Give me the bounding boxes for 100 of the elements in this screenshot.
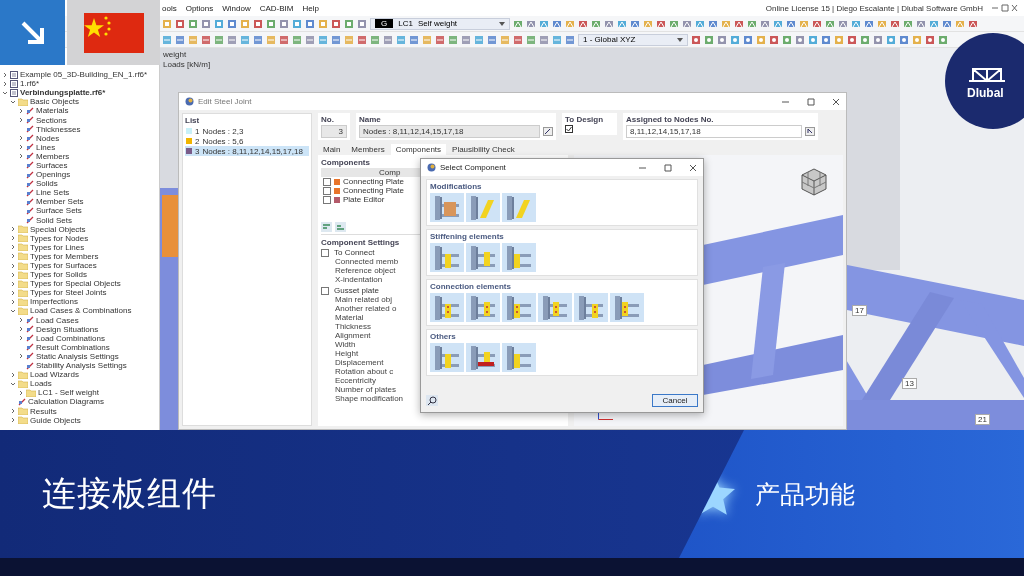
number-field[interactable]: 3 (321, 125, 347, 138)
toolbar-icon[interactable] (708, 18, 718, 29)
tree-item[interactable]: Example 05_3D-Building_EN_1.rf6* (20, 70, 148, 80)
toolbar-icon[interactable] (782, 34, 792, 45)
toolbar-icon[interactable] (539, 18, 549, 29)
toolbar-icon[interactable] (925, 34, 935, 45)
tree-item[interactable]: Types for Lines (30, 242, 85, 252)
menu-item[interactable]: Options (185, 3, 214, 13)
tree-item[interactable]: Loads (30, 379, 52, 389)
toolbar-icon[interactable] (175, 18, 185, 29)
toolbar-icon[interactable] (565, 18, 575, 29)
component-button[interactable] (538, 293, 572, 322)
tree-item[interactable]: Line Sets (36, 188, 70, 198)
toolbar-icon[interactable] (578, 18, 588, 29)
toolbar-icon[interactable] (266, 34, 276, 45)
toolbar-icon[interactable] (305, 18, 315, 29)
tree-item[interactable]: Basic Objects (30, 97, 79, 107)
tree-item[interactable]: Types for Solids (30, 270, 87, 280)
chevron-icon[interactable] (10, 226, 16, 233)
tree-item[interactable]: Types for Special Objects (30, 279, 121, 289)
tree-item[interactable]: Load Cases & Combinations (30, 306, 132, 316)
toolbar-icon[interactable] (357, 18, 367, 29)
toolbar-icon[interactable] (331, 18, 341, 29)
chevron-icon[interactable] (10, 380, 16, 387)
toolbar-icon[interactable] (747, 18, 757, 29)
chevron-icon[interactable] (2, 80, 8, 87)
toolbar-icon[interactable] (201, 18, 211, 29)
tree-item[interactable]: Stability Analysis Settings (36, 361, 127, 371)
toolbar-icon[interactable] (526, 18, 536, 29)
tree-item[interactable]: Thicknesses (36, 124, 81, 134)
toolbar-icon[interactable] (253, 34, 263, 45)
chevron-icon[interactable] (10, 271, 16, 278)
toolbar-icon[interactable] (500, 34, 510, 45)
name-field[interactable]: Nodes : 8,11,12,14,15,17,18 (359, 125, 540, 138)
load-case-dropdown[interactable]: G LC1 Self weight (370, 17, 510, 30)
toolbar-icon[interactable] (877, 18, 887, 29)
coordinate-system-dropdown[interactable]: 1 - Global XYZ (578, 33, 688, 46)
chevron-icon[interactable] (18, 135, 24, 142)
toolbar-icon[interactable] (808, 34, 818, 45)
component-button[interactable] (466, 293, 500, 322)
toolbar-icon[interactable] (344, 18, 354, 29)
toolbar-icon[interactable] (162, 18, 172, 29)
toolbar-icon[interactable] (717, 34, 727, 45)
toolbar-icon[interactable] (760, 18, 770, 29)
toolbar-icon[interactable] (591, 18, 601, 29)
chevron-icon[interactable] (10, 289, 16, 296)
toolbar-icon[interactable] (227, 34, 237, 45)
list-item[interactable]: 1 Nodes : 2,3 (185, 126, 309, 136)
toolbar-icon[interactable] (938, 34, 948, 45)
toolbar-icon[interactable] (795, 34, 805, 45)
tab[interactable]: Plausibility Check (447, 144, 520, 155)
toolbar-icon[interactable] (188, 18, 198, 29)
toolbar-icon[interactable] (886, 34, 896, 45)
toolbar-icon[interactable] (279, 34, 289, 45)
chevron-icon[interactable] (18, 326, 24, 333)
tree-item[interactable]: Design Situations (36, 324, 99, 334)
tree-item[interactable]: Results (30, 406, 57, 416)
toolbar-icon[interactable] (279, 18, 289, 29)
toolbar-icon[interactable] (769, 34, 779, 45)
toolbar-icon[interactable] (604, 18, 614, 29)
tree-item[interactable]: Load Wizards (30, 370, 79, 380)
toolbar-icon[interactable] (487, 34, 497, 45)
chevron-icon[interactable] (18, 117, 24, 123)
chevron-icon[interactable] (2, 71, 8, 78)
toolbar-icon[interactable] (890, 18, 900, 29)
toolbar-icon[interactable] (669, 18, 679, 29)
tree-item[interactable]: Types for Members (30, 251, 99, 261)
tree-item[interactable]: Types for Steel Joints (30, 288, 107, 298)
toolbar-icon[interactable] (383, 34, 393, 45)
toolbar-icon[interactable] (704, 34, 714, 45)
chevron-icon[interactable] (10, 298, 16, 305)
tree-item[interactable]: 1.rf6* (20, 79, 40, 89)
tree-item[interactable]: Nodes (36, 133, 60, 143)
toolbar-icon[interactable] (552, 34, 562, 45)
toolbar-icon[interactable] (422, 34, 432, 45)
chevron-icon[interactable] (18, 317, 24, 324)
component-button[interactable] (430, 243, 464, 272)
toolbar-icon[interactable] (825, 18, 835, 29)
chevron-icon[interactable] (2, 89, 8, 96)
toolbar-icon[interactable] (721, 18, 731, 29)
tree-item[interactable]: Special Objects (30, 224, 86, 234)
toolbar-icon[interactable] (695, 18, 705, 29)
chevron-icon[interactable] (18, 153, 24, 160)
toolbar-icon[interactable] (253, 18, 263, 29)
tree-item[interactable]: Load Combinations (36, 333, 105, 343)
component-button[interactable] (502, 193, 536, 222)
tree-item[interactable]: Sections (36, 115, 67, 125)
toolbar-icon[interactable] (474, 34, 484, 45)
toolbar-icon[interactable] (201, 34, 211, 45)
toolbar-icon[interactable] (955, 18, 965, 29)
toolbar-icon[interactable] (175, 34, 185, 45)
toolbar-icon[interactable] (370, 34, 380, 45)
tree-item[interactable]: Openings (36, 170, 71, 180)
tree-item[interactable]: Members (36, 151, 70, 161)
tree-item[interactable]: Lines (36, 142, 56, 152)
toolbar-icon[interactable] (318, 18, 328, 29)
toolbar-icon[interactable] (513, 18, 523, 29)
toolbar-icon[interactable] (903, 18, 913, 29)
tree-item[interactable]: Member Sets (36, 197, 84, 207)
checkbox[interactable] (323, 177, 331, 186)
